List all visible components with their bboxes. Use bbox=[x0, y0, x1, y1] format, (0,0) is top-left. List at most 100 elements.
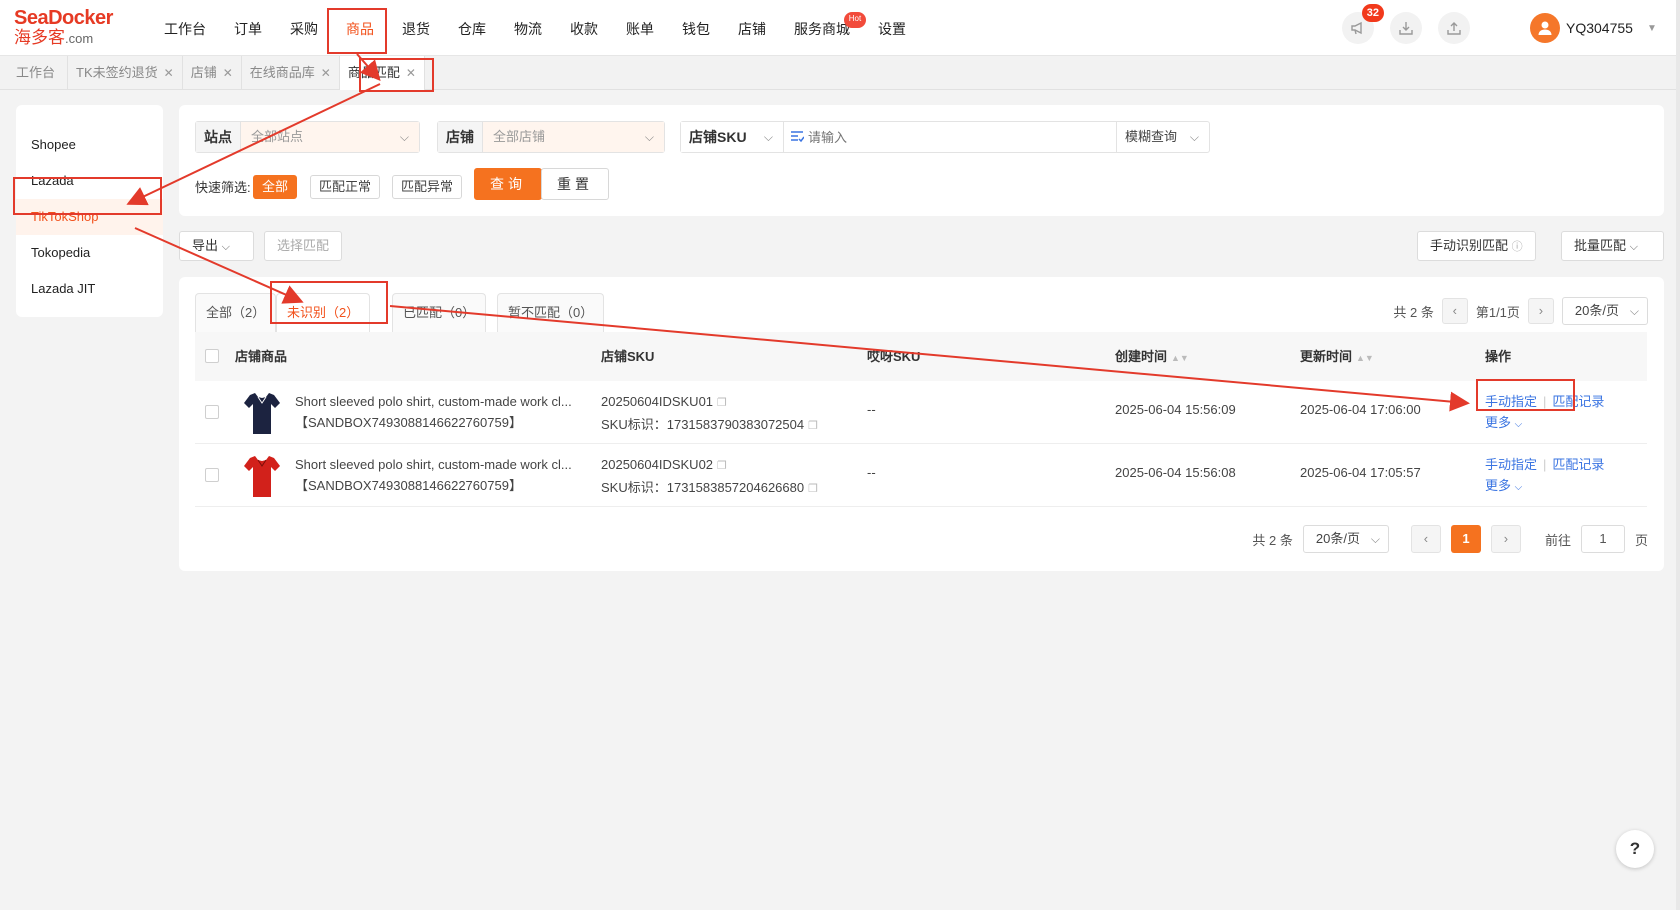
manual-assign-link[interactable]: 手动指定 bbox=[1485, 457, 1537, 472]
logo-text: SeaDocker bbox=[14, 7, 113, 29]
store-sku-cell: 20250604IDSKU01 ❐ SKU标识：17315837903830725… bbox=[601, 391, 818, 437]
nav-settings[interactable]: 设置 bbox=[864, 0, 920, 56]
more-actions-link[interactable]: 更多 ⌵ bbox=[1485, 475, 1604, 498]
col-updated-time[interactable]: 更新时间 ▲▼ bbox=[1300, 332, 1374, 383]
sku-id: SKU标识：1731583790383072504 bbox=[601, 417, 805, 432]
chevron-right-icon: › bbox=[1538, 303, 1544, 318]
col-store-sku: 店铺SKU bbox=[601, 349, 655, 364]
next-page-button[interactable]: › bbox=[1527, 298, 1554, 324]
chevron-right-icon: › bbox=[1503, 531, 1509, 546]
prev-page-button[interactable]: ‹ bbox=[1410, 525, 1441, 553]
notification-count-badge: 32 bbox=[1361, 4, 1384, 22]
upload-button[interactable] bbox=[1438, 12, 1470, 44]
row-checkbox[interactable] bbox=[205, 405, 219, 419]
platform-shopee[interactable]: Shopee bbox=[16, 127, 163, 163]
status-tab-all[interactable]: 全部（2） bbox=[195, 293, 277, 332]
match-record-link[interactable]: 匹配记录 bbox=[1552, 457, 1604, 472]
page-size-select[interactable]: 20条/页 ⌵ bbox=[1302, 525, 1389, 553]
platform-tokopedia[interactable]: Tokopedia bbox=[16, 235, 163, 271]
status-tab-matched[interactable]: 已匹配（0） bbox=[392, 293, 487, 332]
nav-stores[interactable]: 店铺 bbox=[724, 0, 780, 56]
user-menu[interactable]: YQ304755 ▼ bbox=[1530, 13, 1657, 43]
nav-logistics[interactable]: 物流 bbox=[500, 0, 556, 56]
next-page-button[interactable]: › bbox=[1490, 525, 1521, 553]
store-sku-cell: 20250604IDSKU02 ❐ SKU标识：17315838572046266… bbox=[601, 454, 818, 500]
logo-chinese-name: 海多客 bbox=[14, 28, 65, 47]
reset-button[interactable]: 重置 bbox=[541, 168, 609, 200]
help-button[interactable]: ? bbox=[1616, 830, 1654, 868]
close-icon[interactable]: ✕ bbox=[164, 56, 174, 90]
goto-page-input[interactable]: 1 bbox=[1580, 525, 1625, 553]
query-button[interactable]: 查询 bbox=[474, 168, 542, 200]
megaphone-icon bbox=[1351, 21, 1362, 35]
chevron-down-icon: ⌵ bbox=[1514, 419, 1523, 430]
tab-tk-returns[interactable]: TK未签约退货 ✕ bbox=[68, 56, 183, 90]
user-icon bbox=[1538, 21, 1552, 35]
polo-shirt-thumbnail[interactable] bbox=[243, 454, 281, 498]
sku-search-input[interactable] bbox=[808, 122, 1098, 152]
top-navbar: SeaDocker 海多客.com 工作台 订单 采购 商品 退货 仓库 物流 … bbox=[0, 0, 1680, 56]
nav-bills[interactable]: 账单 bbox=[612, 0, 668, 56]
nav-returns[interactable]: 退货 bbox=[388, 0, 444, 56]
quick-filter-all[interactable]: 全部 bbox=[253, 175, 298, 199]
close-icon[interactable]: ✕ bbox=[223, 56, 233, 90]
sku-id: SKU标识：1731583857204626680 bbox=[601, 480, 805, 495]
info-icon: ⓘ bbox=[1511, 241, 1523, 253]
nav-collections[interactable]: 收款 bbox=[556, 0, 612, 56]
tab-workbench[interactable]: 工作台 bbox=[0, 56, 69, 90]
tab-online-products[interactable]: 在线商品库 ✕ bbox=[242, 56, 340, 90]
nav-orders[interactable]: 订单 bbox=[220, 0, 276, 56]
prev-page-button[interactable]: ‹ bbox=[1441, 298, 1468, 324]
page-size-select[interactable]: 20条/页 ⌵ bbox=[1561, 297, 1648, 325]
announcement-button[interactable]: 32 bbox=[1342, 4, 1384, 44]
sku-input-wrap bbox=[784, 122, 1117, 152]
quick-filter-normal[interactable]: 匹配正常 bbox=[310, 175, 381, 199]
store-select[interactable]: 全部店铺 ⌵ bbox=[483, 122, 664, 152]
sort-icon: ▲▼ bbox=[1356, 353, 1374, 363]
close-icon[interactable]: ✕ bbox=[321, 56, 331, 90]
nav-warehouse[interactable]: 仓库 bbox=[444, 0, 500, 56]
copy-icon[interactable]: ❐ bbox=[808, 483, 818, 495]
select-match-button[interactable]: 选择匹配 bbox=[264, 231, 343, 261]
current-page-button[interactable]: 1 bbox=[1450, 525, 1481, 553]
status-tab-not-matching[interactable]: 暂不匹配（0） bbox=[497, 293, 605, 332]
batch-input-icon[interactable] bbox=[790, 130, 804, 144]
avatar bbox=[1530, 13, 1560, 43]
nav-wallet[interactable]: 钱包 bbox=[668, 0, 724, 56]
copy-icon[interactable]: ❐ bbox=[717, 397, 727, 409]
col-store-product: 店铺商品 bbox=[235, 349, 288, 364]
chevron-down-icon: ⌵ bbox=[1629, 304, 1639, 318]
nav-service-mall[interactable]: 服务商城 Hot bbox=[780, 0, 866, 56]
platform-lazada-jit[interactable]: Lazada JIT bbox=[16, 271, 163, 307]
polo-shirt-thumbnail[interactable] bbox=[243, 391, 281, 435]
tab-stores[interactable]: 店铺 ✕ bbox=[183, 56, 242, 90]
created-time-cell: 2025-06-04 15:56:09 bbox=[1115, 402, 1236, 417]
store-filter[interactable]: 店铺 全部店铺 ⌵ bbox=[437, 121, 665, 153]
match-mode-select[interactable]: 模糊查询 ⌵ bbox=[1117, 122, 1209, 152]
batch-match-button[interactable]: 批量匹配 ⌵ bbox=[1561, 231, 1664, 261]
store-label: 店铺 bbox=[438, 122, 483, 152]
export-button[interactable]: 导出 ⌵ bbox=[179, 231, 254, 261]
site-filter[interactable]: 站点 全部站点 ⌵ bbox=[195, 121, 420, 153]
more-actions-link[interactable]: 更多 ⌵ bbox=[1485, 412, 1604, 435]
col-created-time[interactable]: 创建时间 ▲▼ bbox=[1115, 332, 1189, 383]
sku-field-select[interactable]: 店铺SKU ⌵ bbox=[681, 122, 784, 152]
row-actions: 手动指定 | 匹配记录 更多 ⌵ bbox=[1485, 454, 1604, 498]
row-checkbox[interactable] bbox=[205, 468, 219, 482]
copy-icon[interactable]: ❐ bbox=[808, 420, 818, 432]
select-all-checkbox[interactable] bbox=[205, 349, 219, 363]
nav-purchase[interactable]: 采购 bbox=[276, 0, 332, 56]
chevron-down-icon: ⌵ bbox=[399, 130, 409, 144]
more-label: 更多 bbox=[1485, 415, 1512, 430]
page-scrollbar[interactable] bbox=[1676, 0, 1680, 910]
copy-icon[interactable]: ❐ bbox=[717, 460, 727, 472]
download-button[interactable] bbox=[1390, 12, 1422, 44]
site-select[interactable]: 全部站点 ⌵ bbox=[241, 122, 419, 152]
seadocker-logo[interactable]: SeaDocker 海多客.com bbox=[14, 8, 124, 50]
quick-filter-abnormal[interactable]: 匹配异常 bbox=[392, 175, 463, 199]
manual-identify-match-button[interactable]: 手动识别匹配 ⓘ bbox=[1417, 231, 1536, 261]
logo-domain: .com bbox=[65, 31, 94, 46]
product-code: 【SANDBOX7493088146622760759】 bbox=[295, 415, 522, 430]
top-pagination: 共 2 条 ‹ 第1/1页 › 20条/页 ⌵ bbox=[1393, 297, 1648, 325]
nav-workbench[interactable]: 工作台 bbox=[150, 0, 220, 56]
